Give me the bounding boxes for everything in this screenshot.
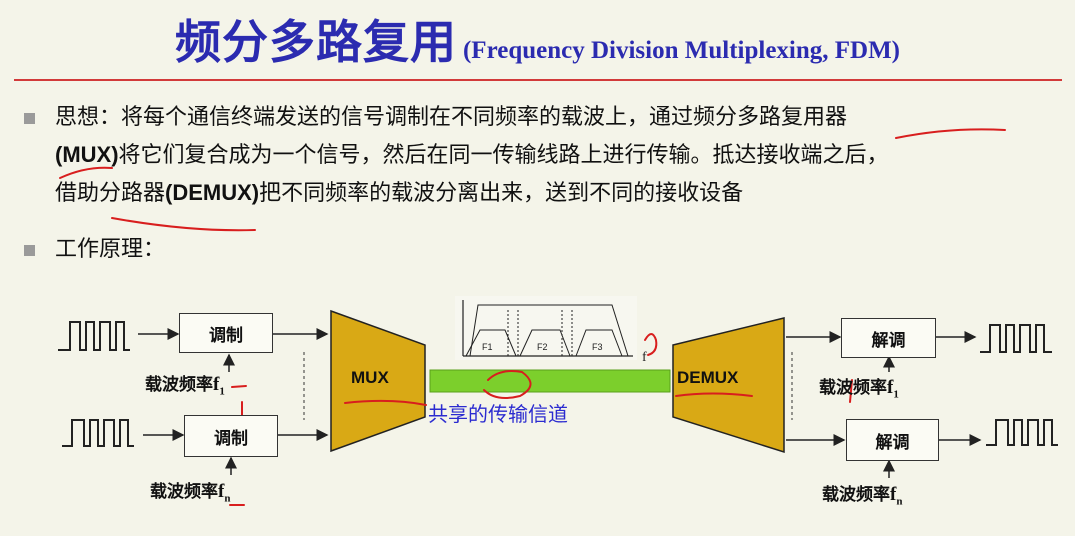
carrier-label-text: 载波频率	[145, 375, 213, 395]
carrier-subscript: n	[896, 495, 903, 508]
spectrum-axis-label: f	[642, 350, 647, 365]
carrier-label-text: 载波频率	[822, 485, 890, 505]
input-signal-n-wave	[62, 419, 134, 447]
mux-label: MUX	[351, 368, 389, 387]
carrier-freq-label-rx-n: 载波频率fn	[822, 480, 902, 507]
demodulator-n: 解调	[846, 419, 939, 461]
spectrum-band-f1: F1	[482, 342, 493, 352]
demux-label: DEMUX	[677, 368, 739, 387]
carrier-label-text: 载波频率	[150, 482, 218, 502]
carrier-freq-label-n: 载波频率fn	[150, 477, 230, 504]
carrier-label-text: 载波频率	[819, 378, 887, 398]
spectrum-band-f2: F2	[537, 342, 548, 352]
output-signal-1-wave	[980, 324, 1052, 353]
carrier-subscript: 1	[893, 388, 899, 401]
carrier-freq-label-1: 载波频率f1	[145, 370, 225, 397]
output-signal-n-wave	[986, 419, 1058, 446]
modulator-1: 调制	[179, 313, 273, 353]
input-signal-1-wave	[58, 321, 130, 351]
carrier-subscript: 1	[219, 385, 225, 398]
modulator-n: 调制	[184, 415, 278, 457]
spectrum-band-f3: F3	[592, 342, 603, 352]
carrier-freq-label-rx-1: 载波频率f1	[819, 373, 899, 400]
demodulator-1: 解调	[841, 318, 936, 358]
shared-channel-bar	[429, 369, 671, 393]
shared-channel-label: 共享的传输信道	[428, 402, 568, 426]
carrier-subscript: n	[224, 492, 231, 505]
